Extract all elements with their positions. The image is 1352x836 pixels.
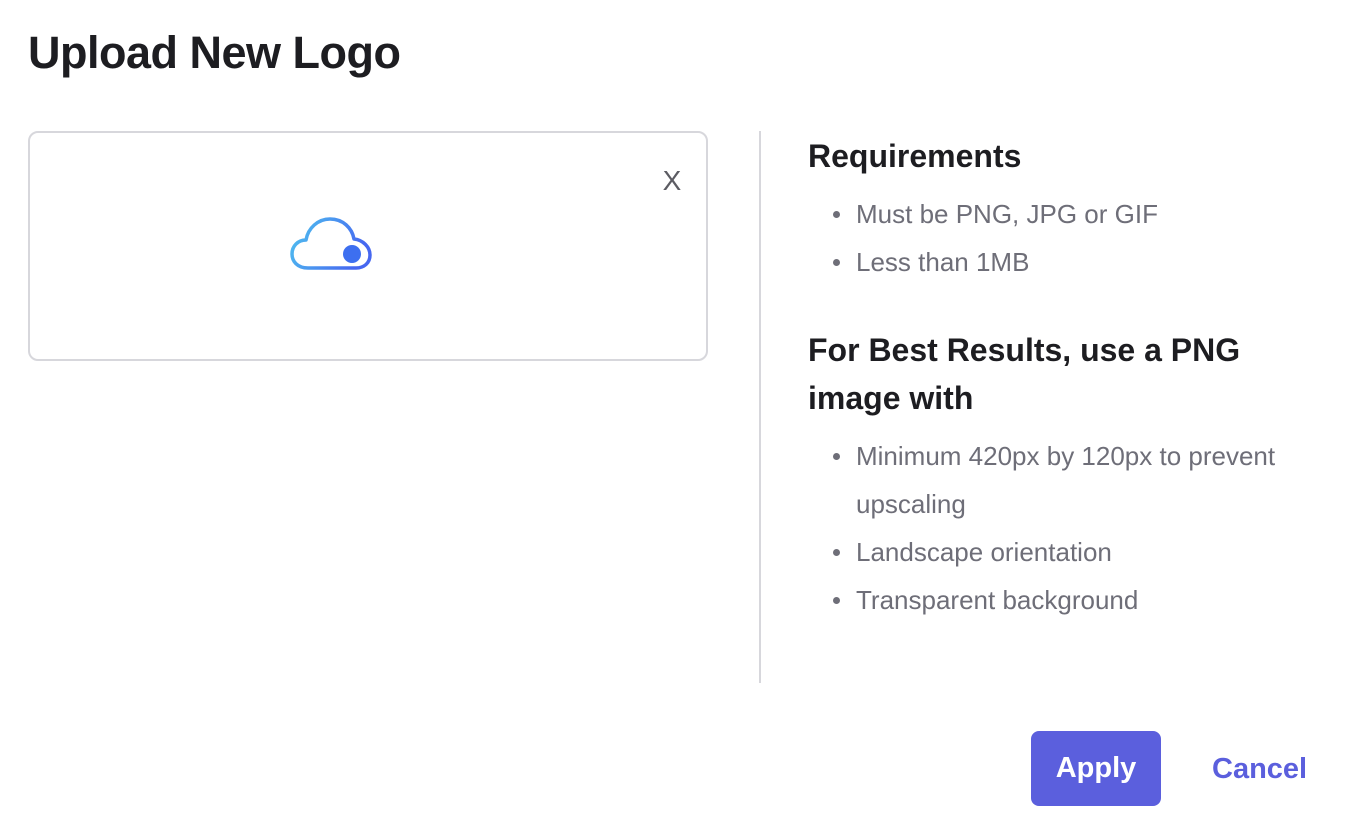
requirement-file-type: Must be PNG, JPG or GIF [808,190,1328,238]
best-results-list: Minimum 420px by 120px to prevent upscal… [808,432,1328,624]
requirements-list: Must be PNG, JPG or GIF Less than 1MB [808,190,1328,286]
panel-divider [759,131,761,683]
requirement-file-size: Less than 1MB [808,238,1328,286]
dialog-title: Upload New Logo [28,27,401,78]
cloud-upload-icon [290,217,372,270]
cancel-button[interactable]: Cancel [1196,741,1323,797]
remove-logo-button[interactable]: X [660,165,684,197]
logo-guidelines-panel: Requirements Must be PNG, JPG or GIF Les… [808,130,1328,624]
best-result-orientation: Landscape orientation [808,528,1328,576]
best-results-heading: For Best Results, use a PNG image with [808,332,1241,416]
best-result-minimum-size: Minimum 420px by 120px to prevent upscal… [808,432,1328,528]
apply-button[interactable]: Apply [1031,731,1161,806]
logo-upload-dropzone[interactable]: X [28,131,708,361]
best-result-background: Transparent background [808,576,1328,624]
requirements-heading: Requirements [808,138,1022,174]
